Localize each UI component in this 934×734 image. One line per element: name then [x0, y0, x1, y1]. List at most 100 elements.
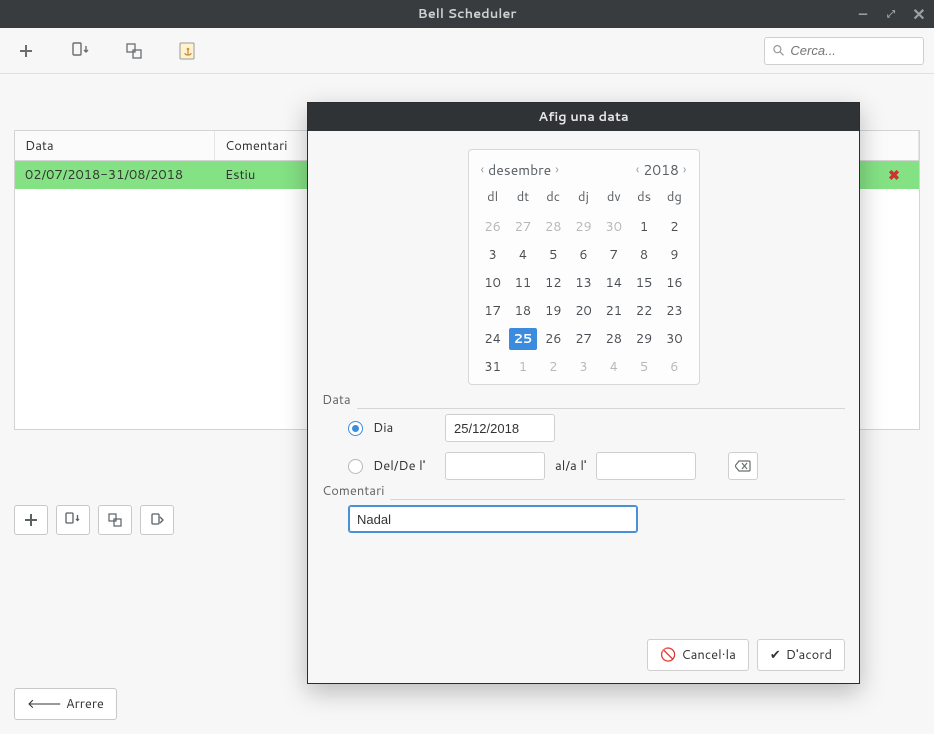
- cancel-label: Cancel·la: [681, 646, 736, 664]
- dialog-title: Afig una data: [308, 103, 859, 131]
- add-small-button[interactable]: [14, 505, 48, 535]
- swap-small-icon[interactable]: [98, 505, 132, 535]
- calendar-day[interactable]: 11: [509, 272, 537, 294]
- calendar-day[interactable]: 9: [660, 244, 688, 266]
- calendar-day[interactable]: 28: [600, 328, 628, 350]
- year-nav: ‹ 2018 ›: [634, 160, 689, 180]
- window-title: Bell Scheduler: [418, 5, 517, 23]
- calendar: ‹ desembre › ‹ 2018 › dldtdcdjdvdsdg2627…: [468, 149, 700, 385]
- back-label: Arrere: [66, 695, 104, 713]
- calendar-day[interactable]: 29: [630, 328, 658, 350]
- back-button[interactable]: 🡐 Arrere: [14, 688, 117, 720]
- ok-button[interactable]: ✔ D'acord: [757, 639, 845, 671]
- calendar-day[interactable]: 30: [600, 216, 628, 238]
- radio-single-day[interactable]: [348, 421, 363, 436]
- backspace-icon: [735, 460, 751, 472]
- calendar-day[interactable]: 15: [630, 272, 658, 294]
- calendar-day[interactable]: 1: [509, 356, 537, 378]
- calendar-day[interactable]: 8: [630, 244, 658, 266]
- radio-range-label: Del/De l': [373, 457, 435, 475]
- back-arrow-icon: 🡐: [27, 695, 62, 713]
- calendar-day[interactable]: 20: [569, 300, 597, 322]
- comment-input[interactable]: [348, 505, 638, 533]
- delete-row-icon[interactable]: ✖: [869, 165, 919, 185]
- data-legend: Data: [322, 391, 357, 409]
- dow-label: dt: [509, 188, 537, 210]
- lower-toolbar: [14, 505, 174, 535]
- prev-year-icon[interactable]: ‹: [634, 161, 642, 179]
- calendar-day[interactable]: 27: [509, 216, 537, 238]
- calendar-day[interactable]: 2: [660, 216, 688, 238]
- calendar-day[interactable]: 3: [479, 244, 507, 266]
- calendar-day[interactable]: 14: [600, 272, 628, 294]
- calendar-day[interactable]: 3: [569, 356, 597, 378]
- calendar-day[interactable]: 18: [509, 300, 537, 322]
- window-titlebar: Bell Scheduler – ⤢ ✕: [0, 0, 934, 28]
- export-small-icon[interactable]: [140, 505, 174, 535]
- device-down-icon[interactable]: [64, 35, 96, 67]
- range-to-input[interactable]: [596, 452, 696, 480]
- maximize-icon[interactable]: ⤢: [882, 7, 900, 21]
- swap-icon[interactable]: [118, 35, 150, 67]
- calendar-day[interactable]: 26: [479, 216, 507, 238]
- add-date-dialog: Afig una data ‹ desembre › ‹ 2018 › dldt…: [307, 102, 860, 684]
- cancel-icon: 🚫: [660, 646, 676, 664]
- ok-label: D'acord: [786, 646, 832, 664]
- year-label[interactable]: 2018: [643, 160, 679, 180]
- cell-data: 02/07/2018-31/08/2018: [15, 166, 215, 184]
- calendar-day[interactable]: 5: [539, 244, 567, 266]
- calendar-day[interactable]: 30: [660, 328, 688, 350]
- calendar-day[interactable]: 5: [630, 356, 658, 378]
- ok-icon: ✔: [770, 646, 781, 664]
- calendar-day[interactable]: 27: [569, 328, 597, 350]
- calendar-day[interactable]: 24: [479, 328, 507, 350]
- calendar-day[interactable]: 25: [509, 328, 537, 350]
- close-icon[interactable]: ✕: [910, 3, 928, 26]
- dow-label: dg: [660, 188, 688, 210]
- calendar-day[interactable]: 4: [509, 244, 537, 266]
- calendar-day[interactable]: 31: [479, 356, 507, 378]
- calendar-day[interactable]: 10: [479, 272, 507, 294]
- device-down-small-icon[interactable]: [56, 505, 90, 535]
- calendar-day[interactable]: 2: [539, 356, 567, 378]
- next-month-icon[interactable]: ›: [553, 161, 561, 179]
- calendar-day[interactable]: 16: [660, 272, 688, 294]
- calendar-day[interactable]: 12: [539, 272, 567, 294]
- calendar-day[interactable]: 13: [569, 272, 597, 294]
- calendar-day[interactable]: 7: [600, 244, 628, 266]
- comment-legend: Comentari: [322, 482, 390, 500]
- search-input[interactable]: [790, 43, 915, 58]
- search-box[interactable]: [764, 37, 924, 65]
- calendar-day[interactable]: 26: [539, 328, 567, 350]
- minimize-icon[interactable]: –: [854, 4, 872, 24]
- add-button[interactable]: [10, 35, 42, 67]
- dow-label: dc: [539, 188, 567, 210]
- calendar-day[interactable]: 29: [569, 216, 597, 238]
- radio-range[interactable]: [348, 459, 363, 474]
- single-date-input[interactable]: [445, 414, 555, 442]
- calendar-grid: dldtdcdjdvdsdg26272829301234567891011121…: [479, 188, 689, 378]
- dow-label: dv: [600, 188, 628, 210]
- column-header-data[interactable]: Data: [15, 131, 215, 160]
- prev-month-icon[interactable]: ‹: [479, 161, 487, 179]
- touch-icon[interactable]: [172, 35, 204, 67]
- calendar-day[interactable]: 21: [600, 300, 628, 322]
- month-label[interactable]: desembre: [488, 160, 551, 180]
- dow-label: ds: [630, 188, 658, 210]
- cancel-button[interactable]: 🚫 Cancel·la: [647, 639, 749, 671]
- clear-range-button[interactable]: [728, 452, 758, 480]
- calendar-day[interactable]: 6: [660, 356, 688, 378]
- calendar-day[interactable]: 22: [630, 300, 658, 322]
- range-from-input[interactable]: [445, 452, 545, 480]
- calendar-day[interactable]: 19: [539, 300, 567, 322]
- dow-label: dj: [569, 188, 597, 210]
- calendar-day[interactable]: 6: [569, 244, 597, 266]
- calendar-day[interactable]: 1: [630, 216, 658, 238]
- calendar-day[interactable]: 17: [479, 300, 507, 322]
- calendar-day[interactable]: 28: [539, 216, 567, 238]
- calendar-day[interactable]: 4: [600, 356, 628, 378]
- calendar-day[interactable]: 23: [660, 300, 688, 322]
- range-mid-label: al/a l': [555, 457, 586, 475]
- next-year-icon[interactable]: ›: [681, 161, 689, 179]
- dow-label: dl: [479, 188, 507, 210]
